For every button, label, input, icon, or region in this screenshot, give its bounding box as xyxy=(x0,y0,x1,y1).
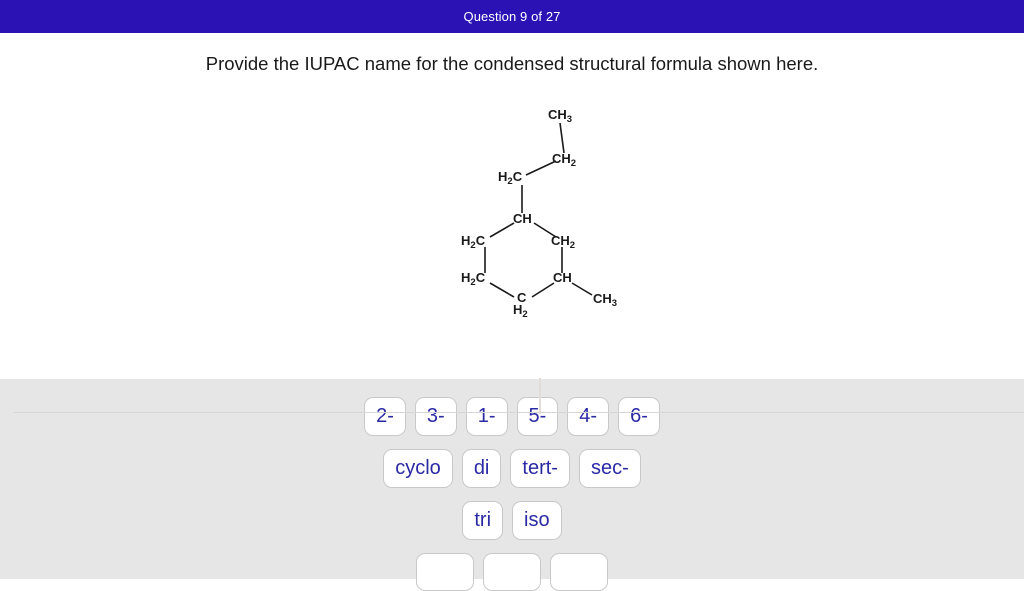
token-button[interactable]: tri xyxy=(462,501,504,540)
bond-ring-bottom-lowerright xyxy=(531,282,555,298)
token-button[interactable]: di xyxy=(461,449,502,488)
answer-entry-field[interactable] xyxy=(14,378,1024,414)
token-button[interactable]: iso xyxy=(512,501,562,540)
question-header-bar: Question 9 of 27 xyxy=(0,0,1024,33)
atom-label-methyl-ch3: CH3 xyxy=(593,291,617,309)
question-area: Provide the IUPAC name for the condensed… xyxy=(0,33,1024,414)
atom-label-ring-top-ch: CH xyxy=(513,211,532,226)
atom-label-chain-ch3: CH3 xyxy=(548,107,572,125)
token-button[interactable] xyxy=(416,553,474,591)
question-prompt: Provide the IUPAC name for the condensed… xyxy=(205,53,819,74)
question-counter-label: Question 9 of 27 xyxy=(463,9,561,24)
token-button[interactable]: sec- xyxy=(578,449,641,488)
bond-ring-lowerleft-bottom xyxy=(489,282,515,298)
atom-label-chain-ch2: CH2 xyxy=(552,151,576,169)
token-row-3: tri iso xyxy=(0,501,1024,540)
answer-entry-underline xyxy=(14,412,1024,413)
bond-ring-top-upperleft xyxy=(489,222,515,238)
token-button[interactable]: tert- xyxy=(510,449,570,488)
token-row-2: cyclo di tert- sec- xyxy=(0,449,1024,488)
token-button[interactable] xyxy=(550,553,608,591)
atom-label-ring-lower-left-h2c: H2C xyxy=(461,270,486,288)
atom-label-chain-h2c: H2C xyxy=(498,169,523,187)
atom-labels: CH3 CH2 H2C CH H2C CH2 H2C CH C H2 CH3 xyxy=(461,107,617,320)
bond-ch3-ch2 xyxy=(559,122,565,154)
atom-label-ring-upper-left-h2c: H2C xyxy=(461,233,486,251)
token-button[interactable] xyxy=(483,553,541,591)
atom-label-ring-lower-right-ch: CH xyxy=(553,270,572,285)
token-row-4-clipped xyxy=(0,553,1024,591)
bond-lines xyxy=(484,122,593,298)
token-button[interactable]: cyclo xyxy=(383,449,453,488)
bond-ring-methyl xyxy=(571,282,593,296)
chemical-structure-diagram: CH3 CH2 H2C CH H2C CH2 H2C CH C H2 CH3 xyxy=(452,95,642,325)
atom-label-ring-upper-right-ch2: CH2 xyxy=(551,233,575,251)
text-caret xyxy=(539,378,541,414)
